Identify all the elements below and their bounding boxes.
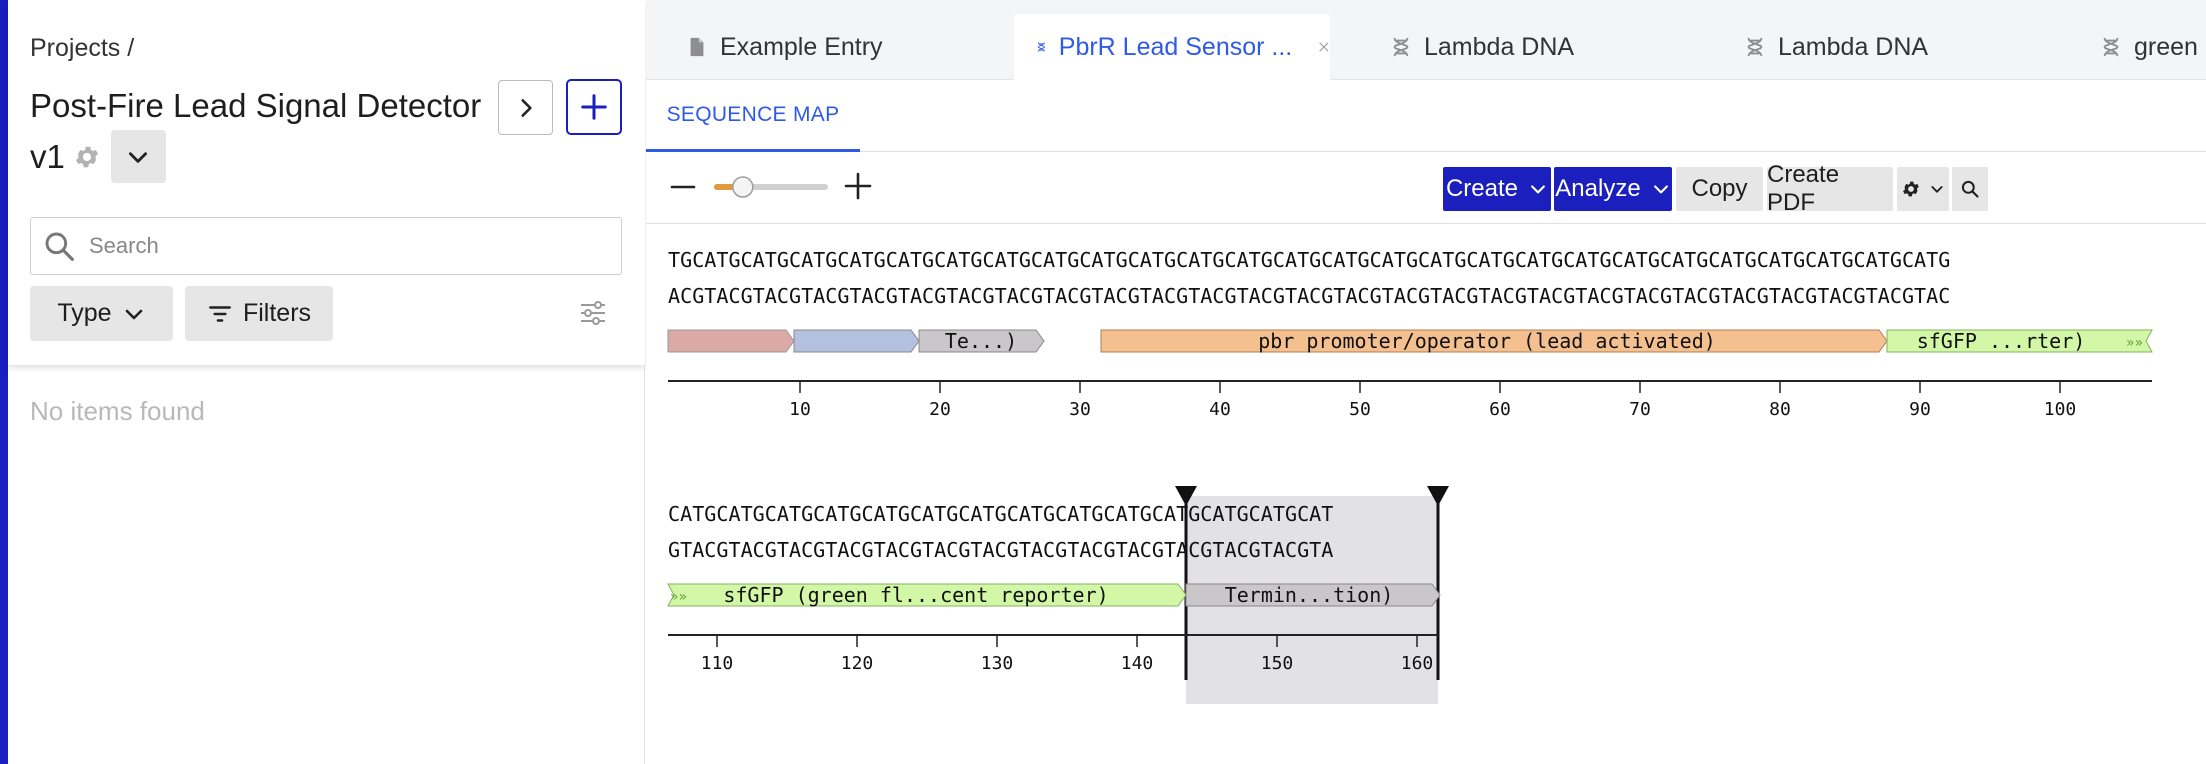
ruler-tick-label: 50 (1349, 399, 1371, 420)
zoom-out-icon[interactable] (670, 174, 696, 200)
search-icon (45, 232, 74, 261)
type-filter-button[interactable]: Type (30, 286, 173, 341)
analyze-button[interactable]: Analyze (1554, 167, 1672, 211)
window-accent-strip (0, 0, 8, 764)
search-input[interactable] (89, 233, 589, 259)
project-title: Post-Fire Lead Signal Detector (30, 78, 500, 134)
close-icon[interactable] (1318, 35, 1330, 59)
zoom-in-icon[interactable] (844, 172, 872, 200)
dna-icon (1393, 37, 1409, 57)
ruler-tick-label: 30 (1069, 399, 1091, 420)
dna-icon (1037, 42, 1045, 52)
dna-icon (2103, 37, 2119, 57)
sequence-map[interactable]: TGCATGCATGCATGCATGCATGCATGCATGCATGCATGCA… (646, 224, 2206, 764)
project-sidebar: Projects / Post-Fire Lead Signal Detecto… (8, 0, 645, 764)
tab-pbrr-lead-sensor[interactable]: PbrR Lead Sensor ... (1014, 14, 1330, 80)
breadcrumb[interactable]: Projects / (30, 34, 134, 63)
feature-2[interactable] (793, 329, 920, 353)
analyze-button-label: Analyze (1555, 175, 1641, 202)
create-button-label: Create (1445, 175, 1519, 202)
tab-label: Example Entry (720, 32, 883, 61)
tab-sequence-map[interactable]: SEQUENCE MAP (646, 80, 860, 152)
version-row: v1 (30, 130, 166, 183)
view-subnav: SEQUENCE MAP (646, 80, 2206, 152)
tab-label: green (2134, 32, 2198, 61)
ruler-tick-label: 20 (929, 399, 951, 420)
version-dropdown-button[interactable] (110, 130, 166, 183)
feature-sfgfp-row1-label: sfGFP ...rter) (1917, 329, 2086, 353)
ruler-tick-label: 80 (1769, 399, 1791, 420)
type-filter-label: Type (57, 299, 112, 327)
tab-label: Lambda DNA (1778, 32, 1929, 61)
tab-green[interactable]: green (2078, 14, 2206, 80)
project-header: Projects / Post-Fire Lead Signal Detecto… (8, 0, 645, 365)
feature-row2: »» sfGFP (green fl...cent reporter) Term… (667, 583, 1441, 607)
next-button[interactable] (498, 80, 553, 135)
create-button[interactable]: Create (1443, 167, 1551, 211)
chevron-down-icon (1531, 185, 1545, 194)
feature-sfgfp-row2-label: sfGFP (green fl...cent reporter) (723, 583, 1108, 607)
version-label: v1 (30, 137, 65, 175)
chevron-right-icon (520, 98, 532, 117)
ruler-tick-label: 140 (1121, 653, 1154, 674)
tab-label: PbrR Lead Sensor ... (1058, 32, 1293, 61)
feature-1[interactable] (667, 329, 795, 353)
copy-button[interactable]: Copy (1676, 167, 1763, 211)
search-icon (1961, 180, 1979, 198)
filters-button[interactable]: Filters (185, 286, 333, 341)
editor-panel: Example Entry PbrR Lead Sensor ... Lambd… (646, 0, 2206, 764)
search-sequence-button[interactable] (1952, 167, 1988, 211)
chevron-down-icon (129, 151, 148, 163)
sequence-map-graphics: Te...) pbr promoter/operator (lead activ… (667, 329, 2153, 704)
zoom-slider[interactable] (712, 176, 830, 198)
ruler-tick-label: 60 (1489, 399, 1511, 420)
filter-icon (209, 305, 231, 322)
gear-icon (1903, 181, 1919, 197)
ruler-row1-ticks: 10 20 30 40 50 60 70 80 90 100 (789, 381, 2076, 420)
ruler-tick-label: 130 (981, 653, 1014, 674)
plus-icon (581, 94, 607, 120)
ruler-tick-label: 120 (841, 653, 874, 674)
ruler-tick-label: 160 (1401, 653, 1434, 674)
sequence-row2-bottom-strand[interactable]: GTACGTACGTACGTACGTACGTACGTACGTACGTACGTAC… (668, 538, 1333, 562)
empty-state-text: No items found (30, 396, 205, 426)
add-entry-button[interactable] (566, 79, 622, 135)
tab-lambda-dna-1[interactable]: Lambda DNA (1368, 14, 1668, 80)
search-field[interactable] (30, 217, 622, 275)
document-icon (690, 37, 704, 57)
chevron-down-icon (1653, 185, 1668, 194)
ruler-tick-label: 70 (1629, 399, 1651, 420)
ruler-tick-label: 100 (2044, 399, 2077, 420)
project-title-text: Post-Fire Lead Signal Detector (30, 87, 482, 124)
sequence-row2-top-strand[interactable]: CATGCATGCATGCATGCATGCATGCATGCATGCATGCATG… (668, 502, 1333, 526)
continuation-chevrons: »» (2126, 335, 2143, 351)
ruler-tick-label: 150 (1261, 653, 1294, 674)
view-settings-icon[interactable] (578, 298, 608, 328)
ruler-tick-label: 10 (789, 399, 811, 420)
ruler-tick-label: 90 (1909, 399, 1931, 420)
gear-icon[interactable] (73, 143, 101, 171)
tab-lambda-dna-2[interactable]: Lambda DNA (1722, 14, 2022, 80)
tab-example-entry[interactable]: Example Entry (664, 14, 934, 80)
filters-label: Filters (242, 299, 312, 327)
settings-menu-button[interactable] (1897, 167, 1949, 211)
feature-terminator-row1-label: Te...) (945, 329, 1017, 353)
tab-label: Lambda DNA (1424, 32, 1575, 61)
ruler-tick-label: 110 (701, 653, 734, 674)
ruler-tick-label: 40 (1209, 399, 1231, 420)
chevron-down-icon (125, 309, 142, 319)
continuation-chevrons: »» (670, 589, 687, 605)
dna-icon (1747, 37, 1763, 57)
tab-bar: Example Entry PbrR Lead Sensor ... Lambd… (646, 0, 2206, 80)
create-pdf-button[interactable]: Create PDF (1767, 161, 1893, 216)
chevron-down-icon (1931, 186, 1943, 193)
feature-terminator-row2-label: Termin...tion) (1225, 583, 1394, 607)
feature-row1: Te...) pbr promoter/operator (lead activ… (667, 329, 2153, 353)
sequence-toolbar: Create Analyze Copy Create PDF (646, 152, 2206, 224)
feature-pbr-promoter-label: pbr promoter/operator (lead activated) (1258, 329, 1716, 353)
